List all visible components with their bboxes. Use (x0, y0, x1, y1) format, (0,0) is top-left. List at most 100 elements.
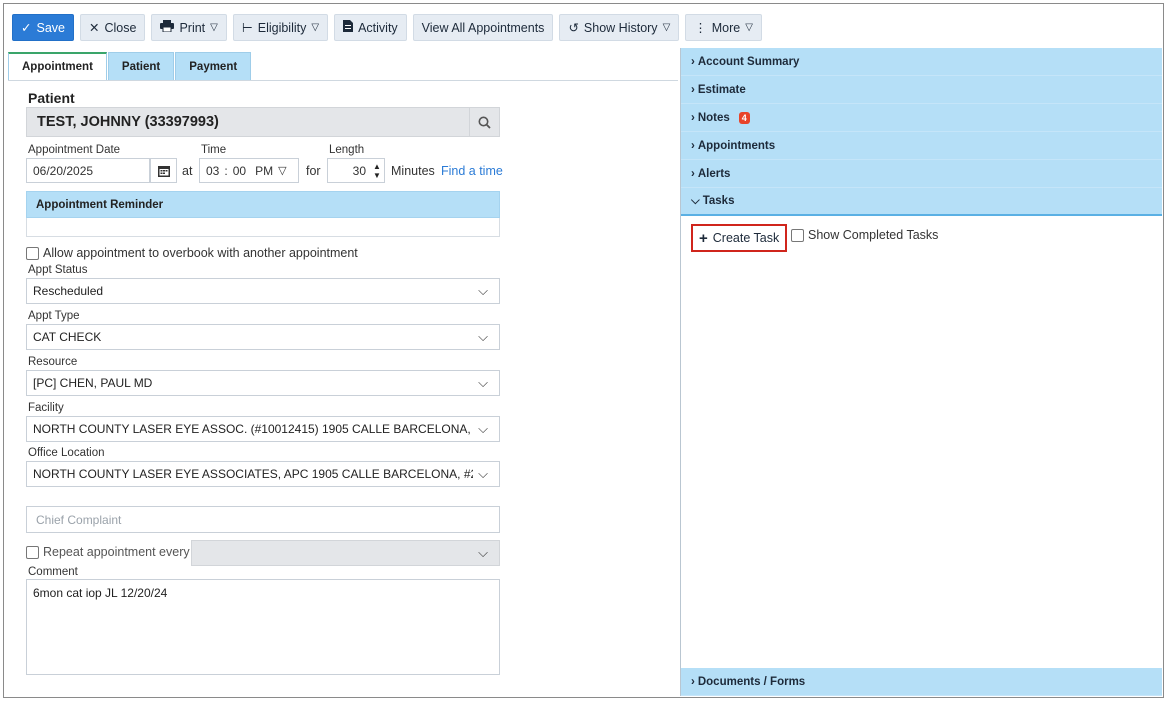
length-value: 30 (352, 163, 366, 178)
close-icon: ✕ (88, 21, 100, 35)
tab-appointment[interactable]: Appointment (8, 52, 107, 81)
at-label: at (182, 164, 193, 178)
appointments-header[interactable]: › Appointments (681, 132, 1162, 160)
facility-label: Facility (28, 402, 64, 414)
chevron-right-icon: › (691, 139, 695, 152)
branch-icon: ⊢ (241, 21, 253, 35)
show-completed-tasks-row[interactable]: Show Completed Tasks (791, 228, 938, 242)
find-a-time-link[interactable]: Find a time (441, 164, 503, 178)
length-label: Length (329, 144, 365, 156)
chevron-right-icon: › (691, 83, 695, 96)
chevron-down-icon: ⌵ (478, 545, 488, 560)
document-icon (343, 20, 354, 35)
activity-button[interactable]: Activity (334, 14, 407, 41)
documents-forms-header[interactable]: › Documents / Forms (681, 668, 1162, 696)
chevron-down-icon: ▽ (311, 22, 320, 33)
more-button[interactable]: ⋮ More ▽ (685, 14, 762, 41)
comment-textarea[interactable]: 6mon cat iop JL 12/20/24 (26, 579, 500, 675)
resource-value: [PC] CHEN, PAUL MD (33, 376, 153, 390)
repeat-interval-select[interactable]: ⌵ (191, 540, 500, 566)
tab-divider (8, 80, 678, 81)
search-icon[interactable] (469, 107, 499, 137)
chevron-right-icon: › (691, 675, 695, 688)
toolbar: ✓ Save ✕ Close Print ▽ ⊢ Eligibility ▽ A… (12, 14, 762, 42)
minute-value: 00 (232, 163, 247, 178)
chevron-down-icon: ▽ (662, 22, 671, 33)
patient-field[interactable]: TEST, JOHNNY (33397993) (26, 107, 500, 137)
for-label: for (306, 164, 321, 178)
repeat-checkbox-row[interactable]: Repeat appointment every (26, 545, 190, 559)
overbook-checkbox-row[interactable]: Allow appointment to overbook with anoth… (26, 246, 358, 260)
overbook-label: Allow appointment to overbook with anoth… (43, 246, 358, 260)
caret-up-icon[interactable]: ▲ (373, 162, 381, 171)
chevron-right-icon: › (691, 167, 695, 180)
plus-icon: + (699, 229, 708, 247)
resource-label: Resource (28, 356, 78, 368)
appointment-reminder-header[interactable]: Appointment Reminder (26, 191, 500, 218)
chevron-right-icon: › (691, 111, 695, 124)
patient-heading: Patient (28, 90, 75, 106)
notes-count-badge: 4 (738, 111, 750, 124)
print-button[interactable]: Print ▽ (151, 14, 227, 41)
appointment-date-input[interactable]: 06/20/2025 (26, 158, 150, 183)
appt-status-label: Appt Status (28, 264, 88, 276)
chevron-right-icon: › (691, 55, 695, 68)
chevron-down-icon: ⌵ (478, 421, 488, 436)
tasks-body: + Create Task Show Completed Tasks (681, 216, 1162, 666)
check-icon: ✓ (21, 21, 32, 35)
tasks-header[interactable]: ⌵ Tasks (681, 188, 1162, 216)
facility-value: NORTH COUNTY LASER EYE ASSOC. (#10012415… (33, 422, 473, 436)
ampm-value: PM (255, 163, 274, 178)
chief-complaint-input[interactable]: Chief Complaint (26, 506, 500, 533)
show-completed-tasks-checkbox[interactable] (791, 228, 804, 242)
repeat-checkbox[interactable] (26, 545, 39, 559)
history-icon: ↺ (568, 21, 579, 35)
minutes-label: Minutes (391, 164, 435, 178)
chevron-down-icon: ⌵ (691, 194, 700, 207)
right-panel: › Account Summary › Estimate › Notes 4 ›… (680, 48, 1162, 696)
caret-down-icon[interactable]: ▼ (373, 171, 381, 180)
appointment-reminder-body (26, 218, 500, 237)
chevron-down-icon: ⌵ (478, 375, 488, 390)
alerts-header[interactable]: › Alerts (681, 160, 1162, 188)
notes-header[interactable]: › Notes 4 (681, 104, 1162, 132)
tab-payment[interactable]: Payment (175, 52, 252, 81)
hour-value: 03 (206, 163, 220, 178)
appt-type-value: CAT CHECK (33, 330, 102, 344)
chevron-down-icon: ▽ (745, 22, 753, 33)
calendar-icon[interactable] (150, 158, 177, 183)
appointment-date-label: Appointment Date (28, 144, 121, 156)
patient-name: TEST, JOHNNY (33397993) (37, 114, 219, 130)
printer-icon (160, 20, 175, 35)
vertical-ellipsis-icon: ⋮ (694, 21, 707, 35)
time-separator: : (224, 163, 228, 178)
view-all-appointments-button[interactable]: View All Appointments (412, 14, 554, 41)
appt-status-select[interactable]: Rescheduled ⌵ (26, 278, 500, 304)
office-location-value: NORTH COUNTY LASER EYE ASSOCIATES, APC 1… (33, 467, 473, 481)
tab-bar: Appointment Patient Payment (8, 52, 252, 81)
office-location-select[interactable]: NORTH COUNTY LASER EYE ASSOCIATES, APC 1… (26, 461, 500, 487)
show-history-button[interactable]: ↺ Show History ▽ (559, 14, 680, 41)
chevron-down-icon: ⌵ (478, 329, 488, 344)
estimate-header[interactable]: › Estimate (681, 76, 1162, 104)
repeat-label: Repeat appointment every (43, 545, 190, 559)
eligibility-button[interactable]: ⊢ Eligibility ▽ (232, 14, 329, 41)
tab-patient[interactable]: Patient (107, 52, 175, 81)
chevron-down-icon: ⌵ (478, 283, 488, 298)
create-task-button[interactable]: + Create Task (691, 224, 788, 252)
time-input[interactable]: 03 : 00 PM ▽ (199, 158, 299, 183)
appt-type-select[interactable]: CAT CHECK ⌵ (26, 324, 500, 350)
chevron-down-icon: ▽ (278, 165, 287, 177)
save-button[interactable]: ✓ Save (12, 14, 74, 41)
chevron-down-icon: ▽ (210, 22, 218, 33)
facility-select[interactable]: NORTH COUNTY LASER EYE ASSOC. (#10012415… (26, 416, 500, 442)
close-button[interactable]: ✕ Close (79, 14, 146, 41)
show-completed-tasks-label: Show Completed Tasks (808, 228, 939, 242)
time-label: Time (201, 144, 227, 156)
appt-status-value: Rescheduled (33, 284, 104, 298)
comment-label: Comment (28, 566, 78, 578)
length-stepper[interactable]: ▲ ▼ (371, 158, 383, 183)
account-summary-header[interactable]: › Account Summary (681, 48, 1162, 76)
resource-select[interactable]: [PC] CHEN, PAUL MD ⌵ (26, 370, 500, 396)
overbook-checkbox[interactable] (26, 246, 39, 260)
